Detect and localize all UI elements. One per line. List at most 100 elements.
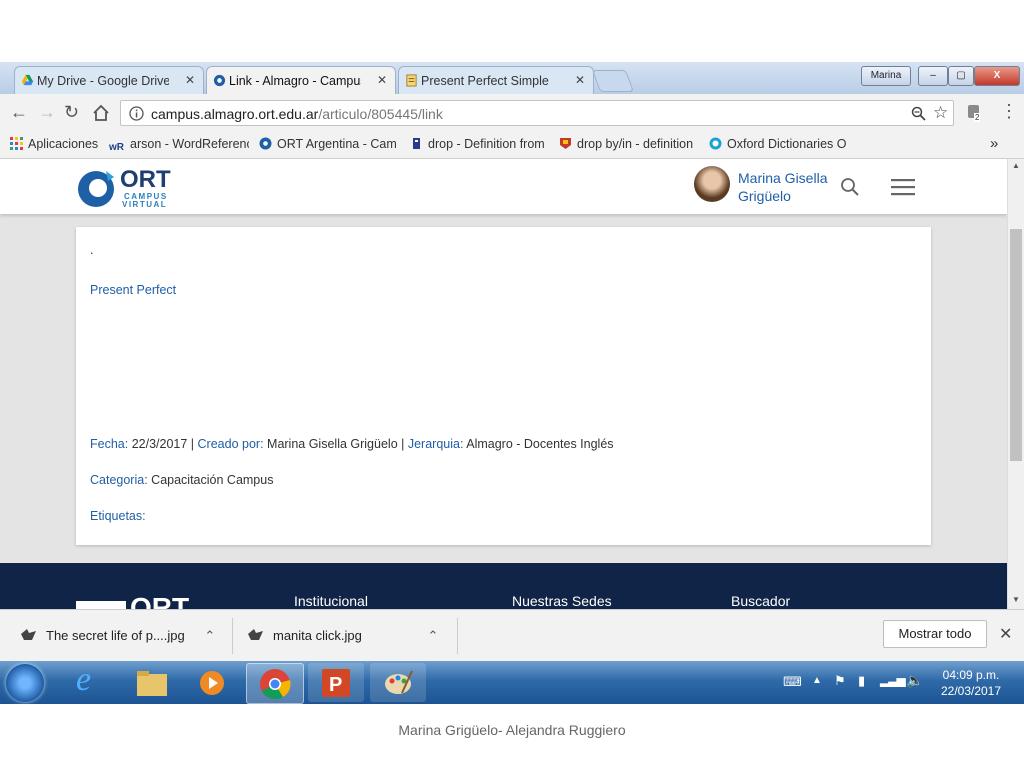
paint-button[interactable] [370,663,426,702]
home-icon[interactable] [92,104,110,122]
internet-explorer-button[interactable]: e [64,661,120,702]
url-host: campus.almagro.ort.edu.ar [151,106,319,122]
chrome-icon [260,669,291,700]
bookmark-drop-by-in[interactable]: drop by/in - definition [559,137,697,151]
bookmark-wordreference[interactable]: wR arson - WordReference [109,137,249,155]
volume-icon[interactable]: 🔈 [906,672,923,689]
divider [232,618,233,654]
address-bar[interactable]: campus.almagro.ort.edu.ar/articulo/80544… [120,100,954,126]
present-perfect-link[interactable]: Present Perfect [90,283,176,297]
close-tab-icon[interactable]: ✕ [377,73,387,87]
powerpoint-button[interactable]: P [308,663,364,702]
ie-icon: e [76,661,92,698]
action-center-flag-icon[interactable]: ⚑ [834,673,846,689]
slide-caption: Marina Grigüelo- Alejandra Ruggiero [398,722,626,738]
user-name[interactable]: Marina Gisella Grigüelo [738,169,838,205]
file-explorer-button[interactable] [124,663,180,702]
bookmark-star-icon[interactable]: ☆ [933,103,948,123]
close-icon[interactable]: ✕ [999,624,1012,644]
oxford-icon [709,137,722,150]
start-button[interactable] [6,664,44,702]
chevron-up-icon[interactable]: ⌃ [428,628,439,643]
dictionary-icon [413,138,420,149]
minimize-button[interactable]: ‒ [918,66,948,86]
bookmark-label: arson - WordReference [130,137,249,151]
ort-campus-logo[interactable]: ORT CAMPUS VIRTUAL [76,166,186,209]
close-window-button[interactable]: X [974,66,1020,86]
article-dot: . [90,243,94,257]
bookmark-oxford[interactable]: Oxford Dictionaries O [709,137,847,151]
bookmark-drop-definition[interactable]: drop - Definition from [410,137,546,151]
bookmark-label: Aplicaciones [28,137,99,151]
scroll-thumb[interactable] [1010,229,1022,461]
maximize-button[interactable]: ▢ [948,66,974,86]
footer-link-sedes[interactable]: Nuestras Sedes [512,593,612,609]
close-tab-icon[interactable]: ✕ [575,73,585,87]
user-last-name: Grigüelo [738,188,791,204]
hamburger-menu-icon[interactable] [890,177,916,197]
keyboard-icon[interactable]: ⌨ [783,674,802,690]
close-tab-icon[interactable]: ✕ [185,73,195,87]
tab-present-perfect[interactable]: Present Perfect Simple ✕ [398,66,594,94]
logo-subtext: VIRTUAL [122,200,168,209]
scroll-up-arrow-icon[interactable]: ▲ [1012,161,1020,170]
divider [457,618,458,654]
back-arrow-icon[interactable]: ← [10,102,28,123]
categoria-line: Categoria: Capacitación Campus [90,473,273,487]
download-item[interactable]: The secret life of p....jpg ⌃ [20,628,215,644]
bookmark-apps[interactable]: Aplicaciones [10,137,100,151]
footer-link-buscador[interactable]: Buscador [731,593,790,609]
profile-button[interactable]: Marina [861,66,911,86]
power-icon[interactable]: ▮ [858,673,865,689]
tray-expand-icon[interactable]: ▲ [812,675,822,686]
ort-logo-icon [78,171,114,207]
browser-toolbar: ← → ↻ campus.almagro.ort.edu.ar/articulo… [0,94,1024,132]
menu-kebab-icon[interactable]: ⋮ [1000,101,1018,122]
scroll-down-arrow-icon[interactable]: ▼ [1012,595,1020,604]
tab-strip: My Drive - Google Drive ✕ Link - Almagro… [0,62,1024,94]
separator: | [190,437,195,451]
forward-arrow-icon[interactable]: → [38,102,56,123]
etiquetas-label: Etiquetas: [90,509,146,523]
show-all-button[interactable]: Mostrar todo [883,620,987,648]
chrome-button[interactable] [246,663,304,704]
new-tab-button[interactable] [591,70,635,92]
page-scrollbar[interactable]: ▲ ▼ [1007,159,1024,609]
search-icon[interactable] [840,177,860,197]
download-filename: manita click.jpg [273,628,362,643]
article-card: . Present Perfect Fecha: 22/3/2017 | Cre… [76,227,931,545]
footer-logo: ORT [76,591,206,609]
bookmarks-overflow[interactable]: » [990,135,998,152]
reload-icon[interactable]: ↻ [64,102,79,123]
zoom-icon[interactable] [911,106,926,121]
info-icon[interactable] [129,106,144,121]
url-path: /articulo/805445/link [318,106,443,122]
url-text: campus.almagro.ort.edu.ar/articulo/80544… [151,106,443,122]
chevron-up-icon[interactable]: ⌃ [204,628,215,643]
categoria-label: Categoria: [90,473,148,487]
tab-google-drive[interactable]: My Drive - Google Drive ✕ [14,66,204,94]
system-clock[interactable]: 04:09 p.m. 22/03/2017 [930,667,1012,699]
download-item[interactable]: manita click.jpg ⌃ [247,628,438,644]
image-file-icon [21,629,36,640]
bookmarks-bar: Aplicaciones wR arson - WordReference ORT… [0,132,1024,159]
bookmark-ort-argentina[interactable]: ORT Argentina - Campus [259,137,397,151]
extension-icon[interactable]: 2 [966,104,982,122]
footer-logo-text: ORT [130,592,190,609]
media-player-icon [200,671,224,695]
document-icon [406,74,417,87]
tab-almagro-campus[interactable]: Link - Almagro - Campus ✕ [206,66,396,94]
bookmark-label: drop by/in - definition [577,137,694,151]
site-footer: ORT Institucional Nuestras Sedes Buscado… [0,563,1007,609]
footer-link-institucional[interactable]: Institucional [294,593,368,609]
jerarquia-value: Almagro - Docentes Inglés [466,437,614,451]
ort-icon [259,137,272,150]
creado-label: Creado por: [197,437,264,451]
avatar[interactable] [694,166,730,202]
creado-value: Marina Gisella Grigüelo [267,437,398,451]
network-signal-icon[interactable]: ▂▃▅ [880,673,906,687]
wordreference-icon: wR [109,142,124,153]
separator: | [401,437,405,451]
media-player-button[interactable] [184,663,240,702]
windows-taskbar: e P ⌨ ▲ ⚑ ▮ ▂▃▅ 🔈 04:09 p.m. 22/03/2017 [0,661,1024,704]
